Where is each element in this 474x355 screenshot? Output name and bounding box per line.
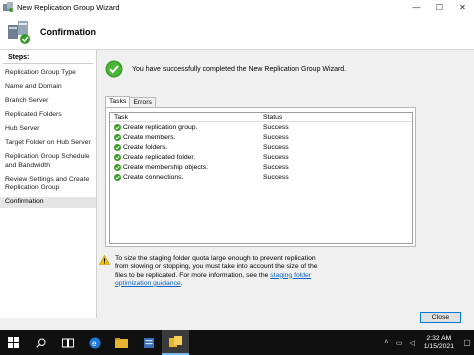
task-cell: Create members. [110, 133, 259, 141]
status-cell: Success [263, 153, 289, 161]
task-cell: Create membership objects. [110, 163, 259, 171]
server-manager-icon[interactable] [135, 330, 162, 355]
success-check-icon [114, 143, 121, 151]
grid-header: Task Status [110, 113, 412, 122]
warning-end: . [180, 279, 183, 287]
task-name: Create replication group. [123, 123, 198, 131]
task-name: Create connections. [123, 173, 184, 181]
window-title: New Replication Group Wizard [17, 2, 120, 12]
notifications-icon[interactable]: ▢ [460, 338, 474, 347]
task-cell: Create replicated folder. [110, 153, 259, 161]
tab-tasks[interactable]: Tasks [105, 96, 131, 107]
replication-wizard-icon [3, 2, 13, 12]
taskbar: e ˄ ▭ ◁ 2:32 AM 1/15/2021 ▢ [0, 330, 474, 355]
file-explorer-icon[interactable] [108, 330, 135, 355]
system-tray: ˄ ▭ ◁ 2:32 AM 1/15/2021 ▢ [381, 330, 474, 355]
success-check-icon [114, 123, 121, 131]
column-header-status[interactable]: Status [259, 113, 409, 121]
step-replicated-folders[interactable]: Replicated Folders [0, 110, 96, 121]
success-check-icon [114, 163, 121, 171]
dfs-management-taskbar-icon[interactable] [162, 330, 189, 355]
title-bar: New Replication Group Wizard — ☐ ✕ [0, 0, 474, 14]
success-check-icon [105, 60, 123, 78]
svg-text:e: e [92, 339, 97, 348]
network-icon[interactable]: ▭ [394, 339, 405, 347]
status-cell: Success [263, 173, 289, 181]
tasks-grid: Task Status Create replication group. Suc… [109, 112, 413, 244]
clock-date: 1/15/2021 [423, 342, 454, 350]
minimize-button[interactable]: — [405, 0, 428, 14]
step-branch-server[interactable]: Branch Server [0, 96, 96, 107]
success-row: You have successfully completed the New … [105, 60, 346, 78]
step-name-and-domain[interactable]: Name and Domain [0, 82, 96, 93]
task-name: Create members. [123, 133, 176, 141]
step-confirmation[interactable]: Confirmation [0, 197, 96, 208]
search-icon[interactable] [27, 330, 54, 355]
step-schedule-bandwidth[interactable]: Replication Group Schedule and Bandwidth [0, 152, 96, 171]
status-cell: Success [263, 133, 289, 141]
task-name: Create replicated folder. [123, 153, 196, 161]
steps-panel: Steps: Replication Group Type Name and D… [0, 50, 97, 318]
table-row[interactable]: Create connections. Success [110, 172, 412, 182]
chevron-up-icon[interactable]: ˄ [381, 339, 392, 346]
task-cell: Create folders. [110, 143, 259, 151]
staging-warning: To size the staging folder quota large e… [98, 254, 329, 288]
status-cell: Success [263, 123, 289, 131]
start-button[interactable] [0, 330, 27, 355]
step-review-settings[interactable]: Review Settings and Create Replication G… [0, 175, 96, 194]
main-content: You have successfully completed the New … [97, 50, 474, 318]
column-header-task[interactable]: Task [110, 113, 259, 121]
table-row[interactable]: Create membership objects. Success [110, 162, 412, 172]
step-replication-group-type[interactable]: Replication Group Type [0, 68, 96, 79]
clock[interactable]: 2:32 AM 1/15/2021 [424, 335, 454, 351]
warning-icon [98, 254, 111, 265]
table-row[interactable]: Create members. Success [110, 132, 412, 142]
task-view-icon[interactable] [54, 330, 81, 355]
maximize-button[interactable]: ☐ [428, 0, 451, 14]
step-hub-server[interactable]: Hub Server [0, 124, 96, 135]
windows-logo-icon [8, 337, 19, 348]
table-row[interactable]: Create folders. Success [110, 142, 412, 152]
task-cell: Create connections. [110, 173, 259, 181]
status-cell: Success [263, 163, 289, 171]
warning-text: To size the staging folder quota large e… [115, 255, 329, 288]
steps-list: Replication Group Type Name and Domain B… [0, 68, 96, 208]
wizard-header: Confirmation [0, 14, 474, 50]
steps-title: Steps: [3, 50, 93, 64]
table-row[interactable]: Create replication group. Success [110, 122, 412, 132]
task-name: Create membership objects. [123, 163, 208, 171]
status-cell: Success [263, 143, 289, 151]
tasks-panel: Task Status Create replication group. Suc… [105, 107, 416, 247]
success-check-icon [114, 173, 121, 181]
close-window-button[interactable]: ✕ [451, 0, 474, 14]
step-target-folder[interactable]: Target Folder on Hub Server [0, 138, 96, 149]
edge-browser-icon[interactable]: e [81, 330, 108, 355]
success-check-icon [114, 133, 121, 141]
task-cell: Create replication group. [110, 123, 259, 131]
replication-group-icon [6, 19, 32, 45]
result-tabs: Tasks Errors [105, 96, 156, 107]
close-button[interactable]: Close [420, 312, 461, 323]
success-check-icon [114, 153, 121, 161]
tab-errors[interactable]: Errors [129, 97, 156, 107]
clock-time: 2:32 AM [426, 334, 452, 342]
page-title: Confirmation [40, 26, 96, 37]
table-row[interactable]: Create replicated folder. Success [110, 152, 412, 162]
task-name: Create folders. [123, 143, 168, 151]
success-message: You have successfully completed the New … [132, 65, 347, 73]
volume-icon[interactable]: ◁ [407, 339, 418, 347]
